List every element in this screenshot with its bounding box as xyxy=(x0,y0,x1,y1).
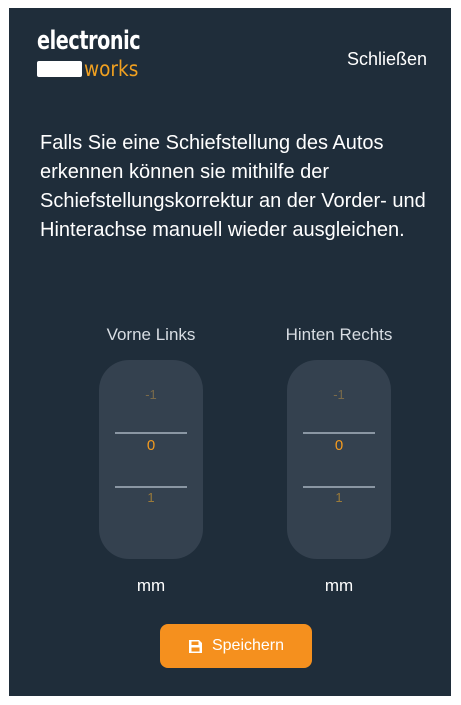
save-button-label: Speichern xyxy=(211,637,285,654)
wheel-option-next[interactable]: 1 xyxy=(287,490,391,506)
unit-label-front-left: mm xyxy=(136,576,166,595)
save-button[interactable]: Speichern xyxy=(160,624,312,668)
picker-label-front-left: Vorne Links xyxy=(106,325,196,344)
brand-logo: electronic works xyxy=(37,24,177,90)
wheel-option-selected[interactable]: 0 xyxy=(287,438,391,454)
wheel-option-prev[interactable]: -1 xyxy=(287,387,391,403)
settings-panel: electronic works Schließen Falls Sie ein… xyxy=(9,8,451,696)
wheel-option-prev[interactable]: -1 xyxy=(99,387,203,403)
picker-rear-right: Hinten Rechts -1 0 1 mm xyxy=(254,322,424,597)
description-text: Falls Sie eine Schiefstellung des Autos … xyxy=(40,132,426,241)
wheel-selection-line-top xyxy=(303,432,375,434)
wheel-option-selected[interactable]: 0 xyxy=(99,438,203,454)
logo-text-bottom: works xyxy=(84,57,139,81)
wheel-selection-line-top xyxy=(115,432,187,434)
picker-label-rear-right: Hinten Rechts xyxy=(285,325,393,344)
wheel-selection-line-bottom xyxy=(303,486,375,488)
unit-label-rear-right: mm xyxy=(324,576,354,595)
value-wheel-rear-right[interactable]: -1 0 1 xyxy=(287,360,391,559)
logo-text-top: electronic xyxy=(37,26,141,56)
picker-front-left: Vorne Links -1 0 1 mm xyxy=(66,322,236,597)
wheel-option-next[interactable]: 1 xyxy=(99,490,203,506)
save-icon xyxy=(188,639,203,654)
wheel-selection-line-bottom xyxy=(115,486,187,488)
value-wheel-front-left[interactable]: -1 0 1 xyxy=(99,360,203,559)
logo-redacted-block xyxy=(37,61,82,77)
close-button[interactable]: Schließen xyxy=(347,49,427,70)
